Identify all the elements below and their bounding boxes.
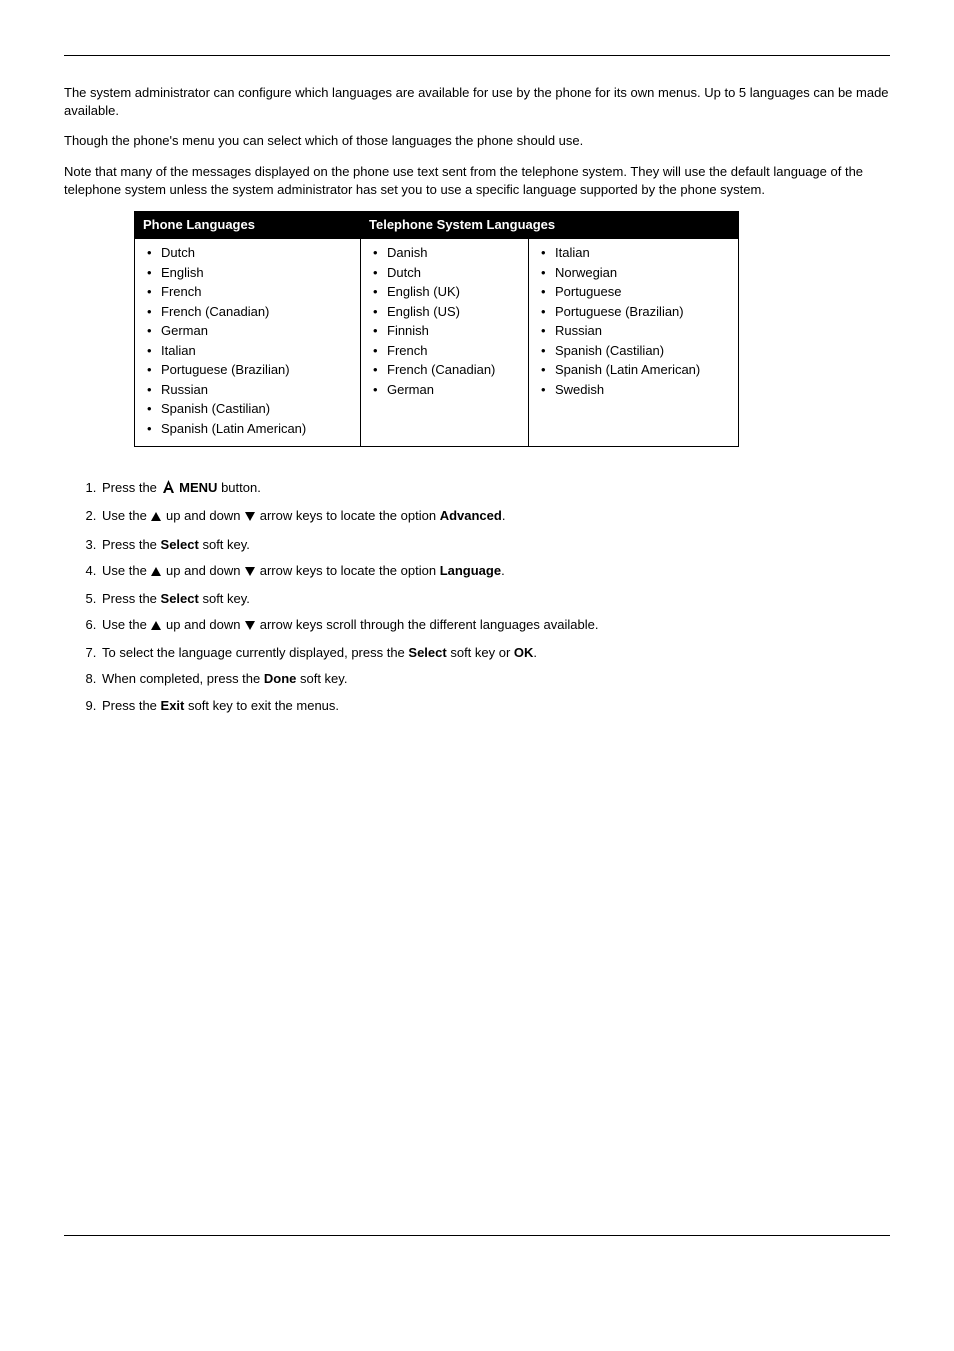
languages-table: Phone Languages Telephone System Languag… xyxy=(134,211,739,447)
list-item: Italian xyxy=(539,243,728,263)
menu-a-icon xyxy=(161,479,176,499)
down-arrow-icon xyxy=(244,618,256,636)
list-item: Russian xyxy=(145,380,350,400)
step-text: When completed, press the xyxy=(102,671,264,686)
step-text: soft key to exit the menus. xyxy=(188,698,339,713)
up-arrow-icon xyxy=(150,564,162,582)
intro-paragraph-1: The system administrator can configure w… xyxy=(64,84,890,120)
step-text: soft key. xyxy=(300,671,347,686)
step-text: . xyxy=(533,645,537,660)
step-8: When completed, press the Done soft key. xyxy=(100,670,890,688)
step-2: Use the up and down arrow keys to locate… xyxy=(100,507,890,527)
list-item: Spanish (Latin American) xyxy=(145,419,350,439)
step-text: up and down xyxy=(166,563,244,578)
list-item: German xyxy=(371,380,518,400)
top-rule xyxy=(64,55,890,56)
step-3: Press the Select soft key. xyxy=(100,536,890,554)
list-item: Swedish xyxy=(539,380,728,400)
list-item: Dutch xyxy=(371,263,518,283)
step-9: Press the Exit soft key to exit the menu… xyxy=(100,697,890,715)
down-arrow-icon xyxy=(244,509,256,527)
list-item: French xyxy=(145,282,350,302)
step-text: up and down xyxy=(166,508,244,523)
step-text: arrow keys to locate the option xyxy=(260,508,440,523)
step-text: To select the language currently display… xyxy=(102,645,408,660)
step-text: soft key. xyxy=(202,591,249,606)
step-text: Press the xyxy=(102,480,161,495)
list-item: Portuguese (Brazilian) xyxy=(145,360,350,380)
list-item: Dutch xyxy=(145,243,350,263)
list-item: Spanish (Latin American) xyxy=(539,360,728,380)
down-arrow-icon xyxy=(244,564,256,582)
step-7: To select the language currently display… xyxy=(100,644,890,662)
list-item: French (Canadian) xyxy=(145,302,350,322)
step-bold: MENU xyxy=(179,480,217,495)
phone-languages-list: Dutch English French French (Canadian) G… xyxy=(145,243,350,438)
list-item: English (US) xyxy=(371,302,518,322)
step-6: Use the up and down arrow keys scroll th… xyxy=(100,616,890,636)
list-item: Portuguese (Brazilian) xyxy=(539,302,728,322)
step-bold: Select xyxy=(161,591,199,606)
list-item: French (Canadian) xyxy=(371,360,518,380)
up-arrow-icon xyxy=(150,618,162,636)
list-item: Finnish xyxy=(371,321,518,341)
list-item: English (UK) xyxy=(371,282,518,302)
steps-list: Press the MENU button. Use the up and do… xyxy=(96,479,890,715)
system-languages-list-1: Danish Dutch English (UK) English (US) F… xyxy=(371,243,518,399)
step-bold: Advanced xyxy=(440,508,502,523)
step-bold: Select xyxy=(408,645,446,660)
step-text: arrow keys to locate the option xyxy=(260,563,440,578)
step-text: button. xyxy=(221,480,261,495)
step-bold: Done xyxy=(264,671,297,686)
list-item: Russian xyxy=(539,321,728,341)
step-bold: Exit xyxy=(161,698,185,713)
document-page: The system administrator can configure w… xyxy=(0,0,954,1276)
step-bold: Language xyxy=(440,563,501,578)
list-item: German xyxy=(145,321,350,341)
step-text: . xyxy=(501,563,505,578)
step-text: Use the xyxy=(102,617,150,632)
step-text: up and down xyxy=(166,617,244,632)
step-text: Use the xyxy=(102,563,150,578)
step-text: Press the xyxy=(102,698,161,713)
step-4: Use the up and down arrow keys to locate… xyxy=(100,562,890,582)
step-text: soft key. xyxy=(202,537,249,552)
list-item: Spanish (Castilian) xyxy=(145,399,350,419)
intro-paragraph-3: Note that many of the messages displayed… xyxy=(64,163,890,199)
step-5: Press the Select soft key. xyxy=(100,590,890,608)
system-languages-list-2: Italian Norwegian Portuguese Portuguese … xyxy=(539,243,728,399)
step-text: soft key or xyxy=(450,645,514,660)
table-header-phone: Phone Languages xyxy=(135,211,361,238)
list-item: Spanish (Castilian) xyxy=(539,341,728,361)
step-text: Press the xyxy=(102,537,161,552)
list-item: Danish xyxy=(371,243,518,263)
step-text: Press the xyxy=(102,591,161,606)
bottom-rule xyxy=(64,1235,890,1236)
list-item: Portuguese xyxy=(539,282,728,302)
step-text: arrow keys scroll through the different … xyxy=(260,617,599,632)
step-text: Use the xyxy=(102,508,150,523)
step-1: Press the MENU button. xyxy=(100,479,890,499)
list-item: English xyxy=(145,263,350,283)
list-item: Norwegian xyxy=(539,263,728,283)
intro-paragraph-2: Though the phone's menu you can select w… xyxy=(64,132,890,150)
list-item: French xyxy=(371,341,518,361)
list-item: Italian xyxy=(145,341,350,361)
step-bold: Select xyxy=(161,537,199,552)
step-bold: OK xyxy=(514,645,534,660)
step-text: . xyxy=(502,508,506,523)
up-arrow-icon xyxy=(150,509,162,527)
table-header-system: Telephone System Languages xyxy=(361,211,739,238)
